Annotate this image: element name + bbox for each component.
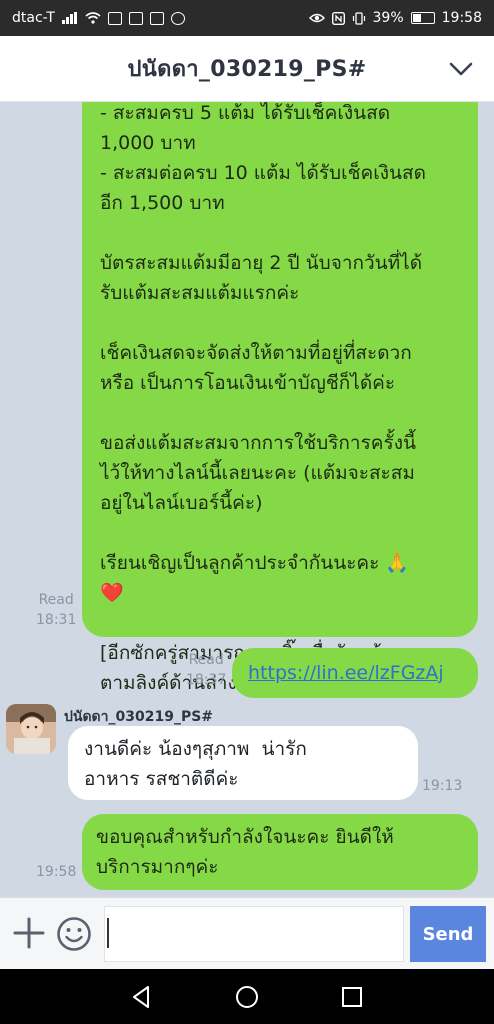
incoming-message[interactable]: งานดีค่ะ น้องๆสุภาพ น่ารัก อาหาร รสชาติด…: [68, 726, 418, 800]
avatar[interactable]: [6, 704, 56, 754]
notification-icon: [107, 11, 122, 25]
nfc-icon: [331, 11, 345, 25]
message-link[interactable]: https://lin.ee/lzFGzAj: [248, 662, 444, 684]
chat-title[interactable]: ปนัดดา_030219_PS#: [128, 51, 367, 86]
outgoing-message[interactable]: ขอบคุณสำหรับกำลังใจนะคะ ยินดีให้ บริการม…: [82, 814, 478, 890]
wifi-icon: [85, 12, 101, 24]
outgoing-link-message: https://lin.ee/lzFGzAj: [232, 648, 478, 698]
clock: 19:58: [441, 10, 482, 26]
vibrate-icon: [352, 11, 366, 25]
message-meta: 19:58: [36, 862, 76, 882]
chat-header: ปนัดดา_030219_PS#: [0, 36, 494, 102]
notification-icon: [128, 11, 143, 25]
chat-area[interactable]: - สะสมครบ 5 แต้ม ได้รับเช็คเงินสด 1,000 …: [0, 102, 494, 897]
home-icon[interactable]: [233, 983, 261, 1011]
message-meta: Read 18:31: [36, 590, 76, 630]
status-bar: dtac-T 39% 19:58: [0, 0, 494, 36]
notification-icon: [170, 11, 185, 25]
message-time: 18:37: [186, 672, 227, 688]
sender-name: ปนัดดา_030219_PS#: [64, 709, 214, 725]
read-receipt: Read: [188, 652, 224, 668]
chevron-down-icon[interactable]: [448, 56, 474, 82]
navigation-bar: [0, 969, 494, 1024]
recents-icon[interactable]: [338, 983, 366, 1011]
notification-icon: [149, 11, 164, 25]
input-bar: Send: [0, 897, 494, 969]
message-time: 19:58: [36, 864, 77, 880]
status-right: 39% 19:58: [308, 10, 482, 26]
text-caret: [107, 918, 109, 948]
battery-percent: 39%: [372, 10, 404, 26]
message-time: 19:13: [422, 778, 463, 794]
read-receipt: Read: [38, 592, 74, 608]
message-input[interactable]: [104, 906, 404, 962]
plus-icon[interactable]: [12, 916, 46, 950]
back-icon[interactable]: [128, 983, 156, 1011]
status-left: dtac-T: [12, 10, 185, 26]
send-button[interactable]: Send: [410, 906, 486, 962]
message-meta: Read 18:37: [186, 650, 226, 690]
eye-icon: [308, 12, 325, 24]
outgoing-message[interactable]: - สะสมครบ 5 แต้ม ได้รับเช็คเงินสด 1,000 …: [82, 102, 478, 694]
message-meta: 19:13: [422, 776, 462, 796]
signal-icon: [61, 12, 78, 24]
battery-icon: [410, 12, 435, 24]
carrier-label: dtac-T: [12, 10, 55, 26]
message-time: 18:31: [36, 612, 77, 628]
smile-icon[interactable]: [56, 916, 92, 952]
